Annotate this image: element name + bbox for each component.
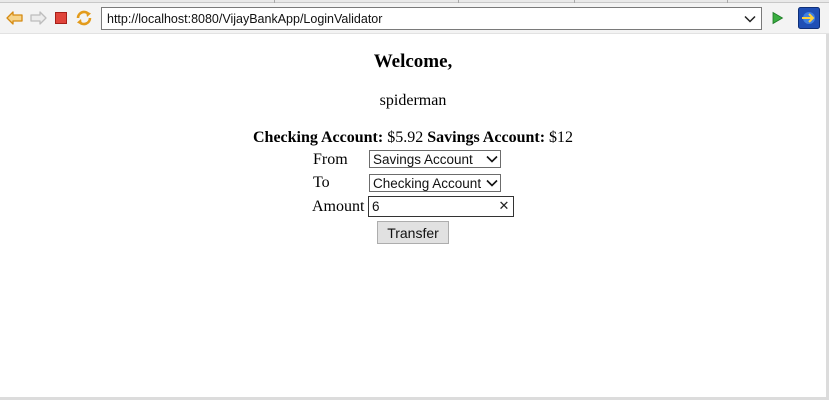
chevron-down-icon	[744, 15, 756, 23]
account-balances: Checking Account: $5.92 Savings Account:…	[0, 129, 826, 147]
amount-input[interactable]	[369, 197, 495, 216]
amount-field[interactable]: ✕	[368, 196, 514, 217]
back-arrow-icon	[6, 11, 23, 25]
go-icon	[772, 11, 784, 25]
refresh-button[interactable]	[74, 8, 94, 28]
chevron-down-icon	[484, 175, 500, 191]
savings-account-balance: $12	[549, 129, 574, 146]
url-dropdown-button[interactable]	[739, 8, 761, 29]
stop-icon	[55, 12, 67, 24]
forward-button[interactable]	[28, 8, 48, 28]
url-input[interactable]	[102, 8, 739, 29]
username-text: spiderman	[379, 92, 447, 109]
savings-account-label: Savings Account:	[427, 129, 546, 146]
go-button[interactable]	[767, 8, 787, 28]
amount-label: Amount	[312, 198, 365, 215]
transfer-button[interactable]: Transfer	[377, 221, 449, 244]
address-bar[interactable]	[101, 7, 762, 30]
welcome-heading: Welcome,	[373, 51, 453, 72]
checking-account-label: Checking Account:	[252, 129, 384, 146]
to-label: To	[313, 174, 330, 191]
open-external-browser-button[interactable]	[798, 7, 820, 29]
from-account-selected: Savings Account	[373, 151, 473, 167]
back-button[interactable]	[5, 8, 25, 28]
from-account-select[interactable]: Savings Account	[369, 150, 501, 168]
checking-account-balance: $5.92	[387, 129, 424, 146]
from-label: From	[313, 151, 348, 168]
open-web-browser-icon	[798, 7, 820, 29]
browser-toolbar	[0, 3, 829, 34]
stop-button[interactable]	[51, 8, 71, 28]
chevron-down-icon	[484, 151, 500, 167]
forward-arrow-icon	[30, 11, 47, 25]
refresh-icon	[76, 10, 92, 26]
to-account-selected: Checking Account	[373, 175, 482, 191]
clear-icon[interactable]: ✕	[495, 197, 513, 216]
to-account-select[interactable]: Checking Account	[369, 174, 501, 192]
